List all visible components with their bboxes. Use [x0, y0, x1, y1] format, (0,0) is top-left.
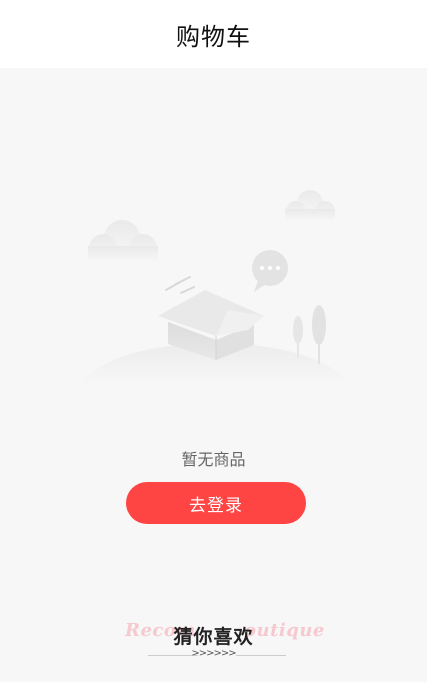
cloud-icon — [88, 220, 158, 262]
cloud-icon — [285, 190, 335, 221]
empty-cart-message: 暂无商品 — [181, 450, 246, 469]
chat-bubble-icon — [252, 250, 288, 292]
recommend-title: 猜你喜欢 — [173, 626, 254, 648]
divider-right — [236, 655, 286, 656]
recommend-section-header: Recom outique 猜你喜欢 >>>>>> — [0, 614, 427, 674]
top-bar: 购物车 — [0, 0, 427, 68]
tree-icon — [293, 305, 326, 364]
chevrons-icon: >>>>>> — [191, 648, 236, 659]
empty-cart-illustration — [80, 190, 350, 385]
login-button[interactable]: 去登录 — [126, 482, 306, 524]
page-title: 购物车 — [176, 22, 251, 51]
sparkle-lines — [165, 276, 195, 294]
